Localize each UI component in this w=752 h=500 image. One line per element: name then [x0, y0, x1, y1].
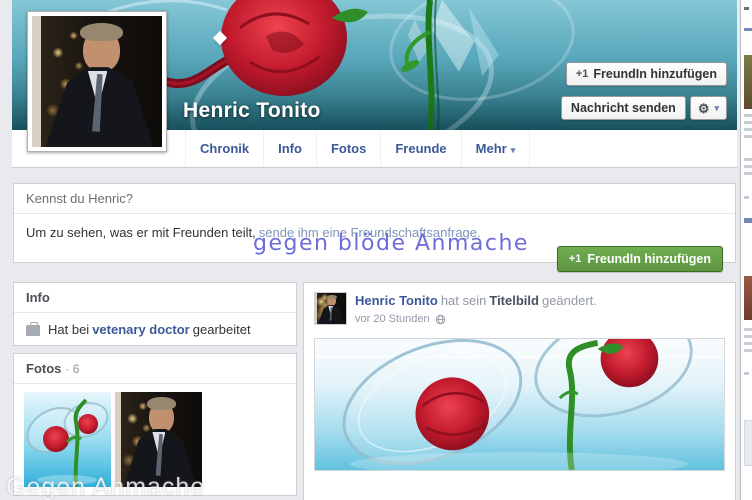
right-rail-ads	[740, 0, 752, 500]
add-friend-button[interactable]: +1 FreundIn hinzufügen	[566, 62, 727, 86]
settings-dropdown-button[interactable]: ⚙▾	[690, 96, 727, 120]
cover-action-buttons: +1FreundIn hinzufügen Nachricht senden⚙▾	[561, 62, 727, 130]
know-box-text: Um zu sehen, was er mit Freunden teilt,	[26, 225, 256, 240]
tab-fotos[interactable]: Fotos	[317, 130, 381, 167]
tab-chronik[interactable]: Chronik	[185, 130, 264, 167]
send-message-label: Nachricht senden	[571, 101, 676, 115]
watermark-text: Gegen Anmache	[6, 473, 205, 500]
post-timestamp[interactable]: vor 20 Stunden	[355, 311, 597, 328]
add-friend-icon: +1	[576, 68, 589, 80]
profile-picture[interactable]	[27, 11, 167, 152]
tab-mehr[interactable]: Mehr▾	[462, 130, 531, 167]
workplace-link[interactable]: vetenary doctor	[92, 322, 190, 337]
facebook-profile-page: Henric Tonito +1 FreundIn hinzufügen Nach…	[0, 0, 752, 500]
timeline-post: Henric Tonitohat seinTitelbildgeändert. …	[303, 282, 736, 500]
post-cover-image[interactable]	[314, 338, 725, 471]
info-box: Info Hat beivetenary doctorgearbeitet	[13, 282, 297, 346]
profile-portrait-image	[32, 16, 162, 147]
briefcase-icon	[26, 325, 40, 336]
post-titelbild-link[interactable]: Titelbild	[489, 293, 539, 308]
tab-info[interactable]: Info	[264, 130, 317, 167]
ad-thumbnail	[744, 55, 752, 109]
add-friend-label: FreundIn hinzufügen	[593, 67, 717, 81]
ad-thumbnail	[744, 276, 752, 320]
post-headline: Henric Tonitohat seinTitelbildgeändert.	[355, 292, 597, 309]
info-box-title: Info	[26, 290, 50, 305]
add-friend-green-label: FreundIn hinzufügen	[587, 252, 711, 266]
handwritten-note: gegen blöde Anmache	[253, 231, 529, 256]
globe-icon	[435, 314, 446, 325]
profile-name: Henric Tonito	[183, 99, 321, 123]
send-message-button[interactable]: Nachricht senden	[561, 96, 686, 120]
chevron-down-icon: ▾	[511, 145, 516, 155]
know-box-title: Kennst du Henric?	[14, 184, 735, 214]
photos-count: 6	[73, 362, 80, 376]
gear-icon: ⚙	[698, 102, 710, 115]
photos-box-title[interactable]: Fotos	[26, 361, 61, 376]
add-friend-button-green[interactable]: +1 FreundIn hinzufügen	[557, 246, 723, 272]
work-entry: Hat beivetenary doctorgearbeitet	[48, 322, 251, 337]
post-author-avatar[interactable]	[314, 292, 347, 325]
ad-block	[744, 420, 752, 466]
chevron-down-icon: ▾	[714, 104, 719, 113]
tab-freunde[interactable]: Freunde	[381, 130, 461, 167]
post-author-link[interactable]: Henric Tonito	[355, 293, 438, 308]
add-friend-icon: +1	[569, 253, 582, 265]
